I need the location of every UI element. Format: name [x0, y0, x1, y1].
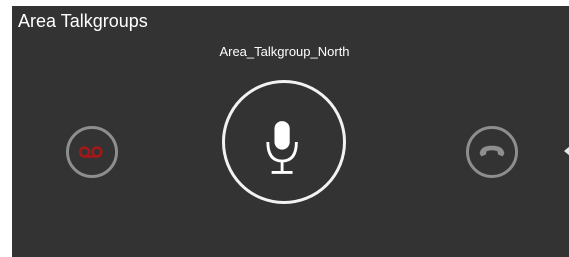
panel-title: Area Talkgroups	[18, 11, 148, 31]
phone-hangup-icon	[479, 145, 505, 157]
area-talkgroups-panel: Area Talkgroups Area_Talkgroup_North	[12, 6, 569, 257]
push-to-talk-button[interactable]	[222, 80, 346, 204]
voicemail-icon	[78, 146, 103, 158]
microphone-icon	[266, 121, 298, 174]
hang-up-button[interactable]	[466, 126, 518, 178]
panel-edge-arrow[interactable]	[564, 146, 569, 156]
talkgroup-name: Area_Talkgroup_North	[219, 44, 350, 59]
voicemail-button[interactable]	[66, 126, 118, 178]
